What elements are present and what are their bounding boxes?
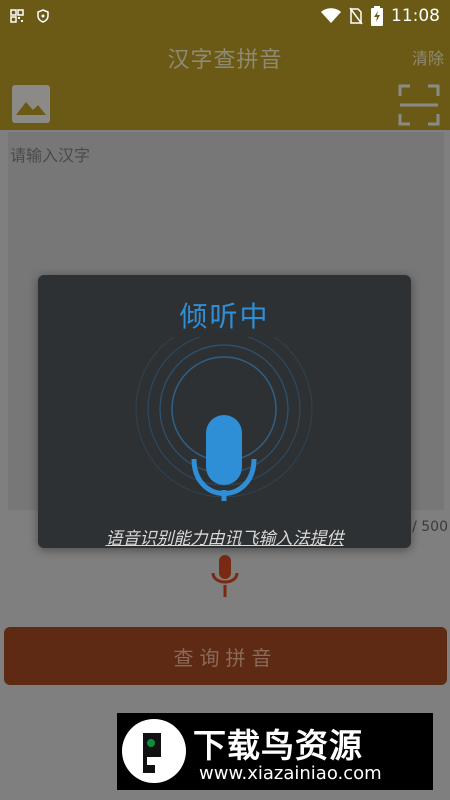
image-icon[interactable] [12, 85, 50, 123]
status-right: 11:08 [321, 6, 440, 26]
provider-link[interactable]: 语音识别能力由讯飞输入法提供 [38, 524, 411, 549]
clear-button[interactable]: 清除 [412, 45, 444, 69]
status-bar: 11:08 [0, 0, 450, 32]
page-title: 汉字查拼音 [167, 48, 283, 73]
scan-icon[interactable] [398, 84, 440, 126]
voice-dialog: 倾听中 语音识别能力由讯飞输入法提供 [38, 275, 411, 549]
watermark-title: 下载鸟资源 [193, 726, 363, 765]
dialog-title: 倾听中 [179, 300, 270, 333]
query-pinyin-button[interactable]: 查询拼音 [4, 627, 447, 685]
tool-row [0, 82, 450, 130]
qr-code-icon [10, 9, 24, 23]
status-time: 11:08 [391, 6, 440, 26]
battery-charging-icon [371, 6, 383, 26]
watermark-banner: 下载鸟资源 www.xiazainiao.com [117, 713, 433, 790]
hanzi-input[interactable]: 请输入汉字 [10, 142, 90, 166]
status-left [10, 9, 50, 23]
watermark-url: www.xiazainiao.com [199, 763, 382, 784]
bird-logo-icon [122, 719, 186, 783]
shield-icon [37, 9, 49, 23]
app-bar: 汉字查拼音 清除 [0, 32, 450, 82]
wifi-icon [321, 8, 341, 23]
listening-microphone-icon [135, 337, 313, 501]
microphone-icon[interactable] [209, 555, 241, 599]
no-sim-icon [349, 7, 363, 25]
